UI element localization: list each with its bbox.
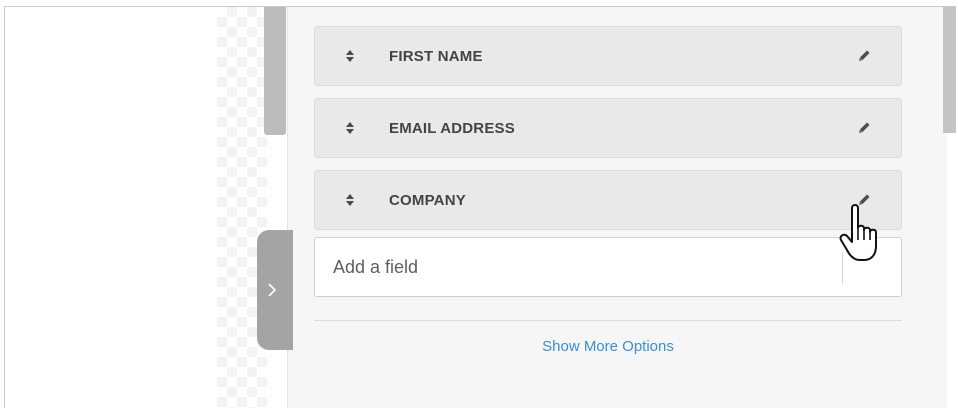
add-field-input[interactable]	[331, 255, 815, 279]
field-label: EMAIL ADDRESS	[389, 119, 515, 137]
sort-arrows-icon[interactable]	[343, 193, 357, 207]
show-more-options-link[interactable]: Show More Options	[314, 338, 902, 355]
field-row-company[interactable]: COMPANY	[314, 170, 902, 230]
pencil-icon[interactable]	[855, 47, 873, 65]
collapse-panel-tab[interactable]	[257, 230, 293, 350]
chevron-right-icon	[268, 283, 277, 297]
sort-arrows-icon[interactable]	[343, 49, 357, 63]
field-label: FIRST NAME	[389, 47, 483, 65]
field-row-email-address[interactable]: EMAIL ADDRESS	[314, 98, 902, 158]
canvas-transparency-background	[217, 7, 267, 408]
add-field-combobox[interactable]	[314, 237, 902, 297]
sort-arrows-icon[interactable]	[343, 121, 357, 135]
panel-scrollbar-thumb[interactable]	[943, 7, 956, 133]
pencil-icon[interactable]	[855, 191, 873, 209]
field-row-first-name[interactable]: FIRST NAME	[314, 26, 902, 86]
canvas-scrollbar-thumb[interactable]	[264, 7, 286, 135]
field-label: COMPANY	[389, 191, 466, 209]
pencil-icon[interactable]	[855, 119, 873, 137]
section-divider	[314, 320, 902, 321]
combobox-divider	[842, 252, 843, 284]
